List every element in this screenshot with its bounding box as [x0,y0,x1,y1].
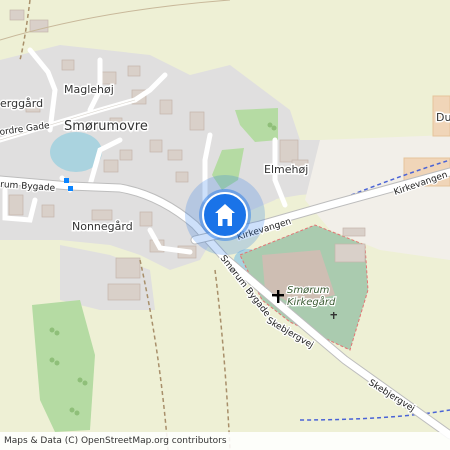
map-view[interactable]: Smørumovre Maglehøj Elmehøj Nonnegård er… [0,0,450,450]
place-label-nonnegard: Nonnegård [72,220,133,233]
location-marker[interactable] [185,175,265,255]
map-attribution[interactable]: Maps & Data (C) OpenStreetMap.org contri… [0,432,450,450]
place-label-bjerggard: erggård [0,97,43,110]
place-label-elmehoj: Elmehøj [264,163,308,176]
cemetery-label-line1: Smørum [287,285,330,296]
map-canvas[interactable]: Smørumovre Maglehøj Elmehøj Nonnegård er… [0,0,450,450]
place-label-sorumovre: Smørumovre [64,119,148,134]
bus-stop-icon-2[interactable] [68,186,73,191]
cemetery-label-line2: Kirkegård [287,295,336,308]
bus-stop-icon[interactable] [64,178,69,183]
place-label-maglehoj: Maglehøj [64,83,114,96]
place-label-du: Du [436,111,450,124]
